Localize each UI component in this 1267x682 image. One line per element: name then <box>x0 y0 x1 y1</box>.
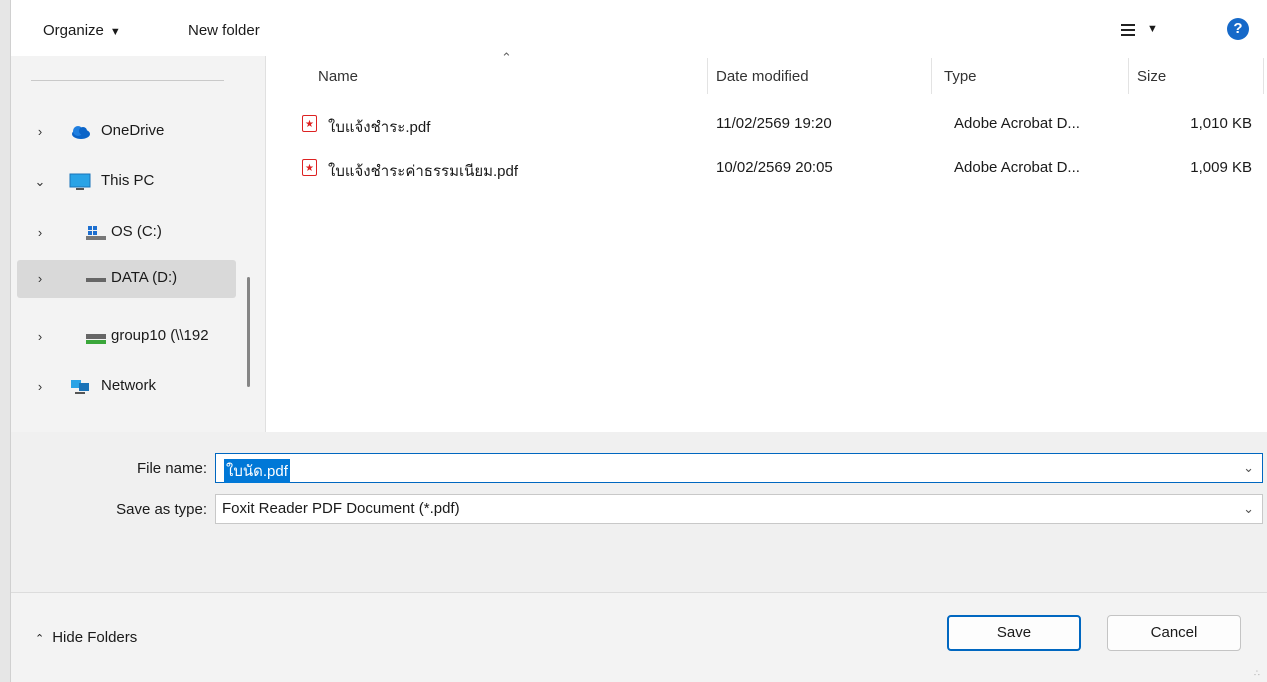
nav-item-label: OneDrive <box>101 122 165 139</box>
chevron-down-icon[interactable]: ⌄ <box>1243 501 1254 517</box>
save-type-select[interactable]: Foxit Reader PDF Document (*.pdf) ⌄ <box>215 494 1263 524</box>
column-header-type[interactable]: Type <box>944 66 977 88</box>
help-icon[interactable]: ? <box>1227 18 1249 40</box>
nav-item-this-pc[interactable]: ⌄ This PC <box>17 163 236 201</box>
file-name: ใบแจ้งชำระค่าธรรมเนียม.pdf <box>328 163 519 180</box>
nav-item-label: DATA (D:) <box>111 269 178 286</box>
file-name-input[interactable]: ใบนัด.pdf ⌄ <box>215 453 1263 483</box>
nav-item-onedrive[interactable]: › OneDrive <box>17 113 236 151</box>
caret-down-icon: ▼ <box>109 26 121 38</box>
monitor-icon <box>69 173 91 190</box>
new-folder-button[interactable]: New folder <box>188 20 260 42</box>
caret-down-icon: ▼ <box>1147 23 1158 35</box>
file-size: 1,009 KB <box>1190 159 1252 176</box>
column-divider[interactable] <box>931 58 932 94</box>
network-drive-icon <box>86 334 106 344</box>
toolbar: Organize ▼ New folder ▼ ? <box>11 0 1267 56</box>
pdf-file-icon: ★ <box>302 159 317 176</box>
nav-item-label: This PC <box>101 172 155 189</box>
column-divider[interactable] <box>707 58 708 94</box>
file-row[interactable]: ★ ใบแจ้งชำระ.pdf 11/02/2569 19:20 Adobe … <box>296 111 1266 141</box>
organize-label: Organize <box>43 22 104 39</box>
navigation-pane[interactable]: › OneDrive ⌄ This PC › OS (C:) › DATA (D… <box>11 56 265 432</box>
nav-item-data-d[interactable]: › DATA (D:) <box>17 260 236 298</box>
chevron-right-icon[interactable]: › <box>33 379 47 394</box>
column-header-name[interactable]: Name <box>318 66 358 88</box>
column-header-size[interactable]: Size <box>1137 66 1166 88</box>
save-type-label: Save as type: <box>116 501 207 518</box>
organize-button[interactable]: Organize ▼ <box>43 20 121 42</box>
cloud-icon <box>72 126 90 139</box>
file-name: ใบแจ้งชำระ.pdf <box>328 119 431 136</box>
chevron-right-icon[interactable]: › <box>33 124 47 139</box>
chevron-down-icon[interactable]: ⌄ <box>33 174 47 190</box>
file-type: Adobe Acrobat D... <box>954 115 1080 132</box>
file-list[interactable]: ⌃ Name Date modified Type Size ★ ใบแจ้งช… <box>266 50 1267 432</box>
save-form: File name: ใบนัด.pdf ⌄ Save as type: Fox… <box>11 432 1267 682</box>
file-size: 1,010 KB <box>1190 115 1252 132</box>
cancel-button[interactable]: Cancel <box>1107 615 1241 651</box>
network-icon <box>71 380 89 394</box>
resize-grip-icon[interactable]: ∴ <box>1254 668 1264 678</box>
save-button[interactable]: Save <box>947 615 1081 651</box>
windows-drive-icon <box>86 226 106 240</box>
nav-item-label: Network <box>101 377 157 394</box>
nav-item-network[interactable]: › Network <box>17 368 236 406</box>
file-date: 11/02/2569 19:20 <box>716 115 832 132</box>
chevron-right-icon[interactable]: › <box>33 329 47 344</box>
nav-item-os-c[interactable]: › OS (C:) <box>17 214 236 252</box>
sort-ascending-icon: ⌃ <box>501 50 512 65</box>
nav-item-group10[interactable]: › group10 (\\192 <box>17 318 236 356</box>
list-view-icon <box>1121 24 1135 36</box>
drive-icon <box>86 278 106 282</box>
hide-folders-label: Hide Folders <box>52 629 138 646</box>
nav-item-label: group10 (\\192 <box>111 327 209 344</box>
chevron-down-icon[interactable]: ⌄ <box>1243 460 1254 476</box>
file-row[interactable]: ★ ใบแจ้งชำระค่าธรรมเนียม.pdf 10/02/2569 … <box>296 155 1266 185</box>
dialog-footer: ⌃ Hide Folders Save Cancel ∴ <box>11 593 1267 682</box>
nav-item-label: OS (C:) <box>111 223 162 240</box>
view-options-button[interactable]: ▼ <box>1119 18 1169 44</box>
save-type-value: Foxit Reader PDF Document (*.pdf) <box>222 500 460 517</box>
file-name-value: ใบนัด.pdf <box>224 459 290 483</box>
chevron-right-icon[interactable]: › <box>33 225 47 240</box>
save-as-dialog: Organize ▼ New folder ▼ ? › OneDrive ⌄ Th… <box>10 0 1267 682</box>
nav-scrollbar-thumb[interactable] <box>247 277 250 387</box>
chevron-up-icon: ⌃ <box>35 633 45 645</box>
column-header-date[interactable]: Date modified <box>716 66 809 88</box>
file-name-label: File name: <box>136 460 207 477</box>
file-type: Adobe Acrobat D... <box>954 159 1080 176</box>
chevron-right-icon[interactable]: › <box>33 271 47 286</box>
pdf-file-icon: ★ <box>302 115 317 132</box>
hide-folders-button[interactable]: ⌃ Hide Folders <box>35 629 137 646</box>
nav-divider <box>31 80 224 81</box>
column-divider[interactable] <box>1128 58 1129 94</box>
file-date: 10/02/2569 20:05 <box>716 159 833 176</box>
column-divider[interactable] <box>1263 58 1264 94</box>
